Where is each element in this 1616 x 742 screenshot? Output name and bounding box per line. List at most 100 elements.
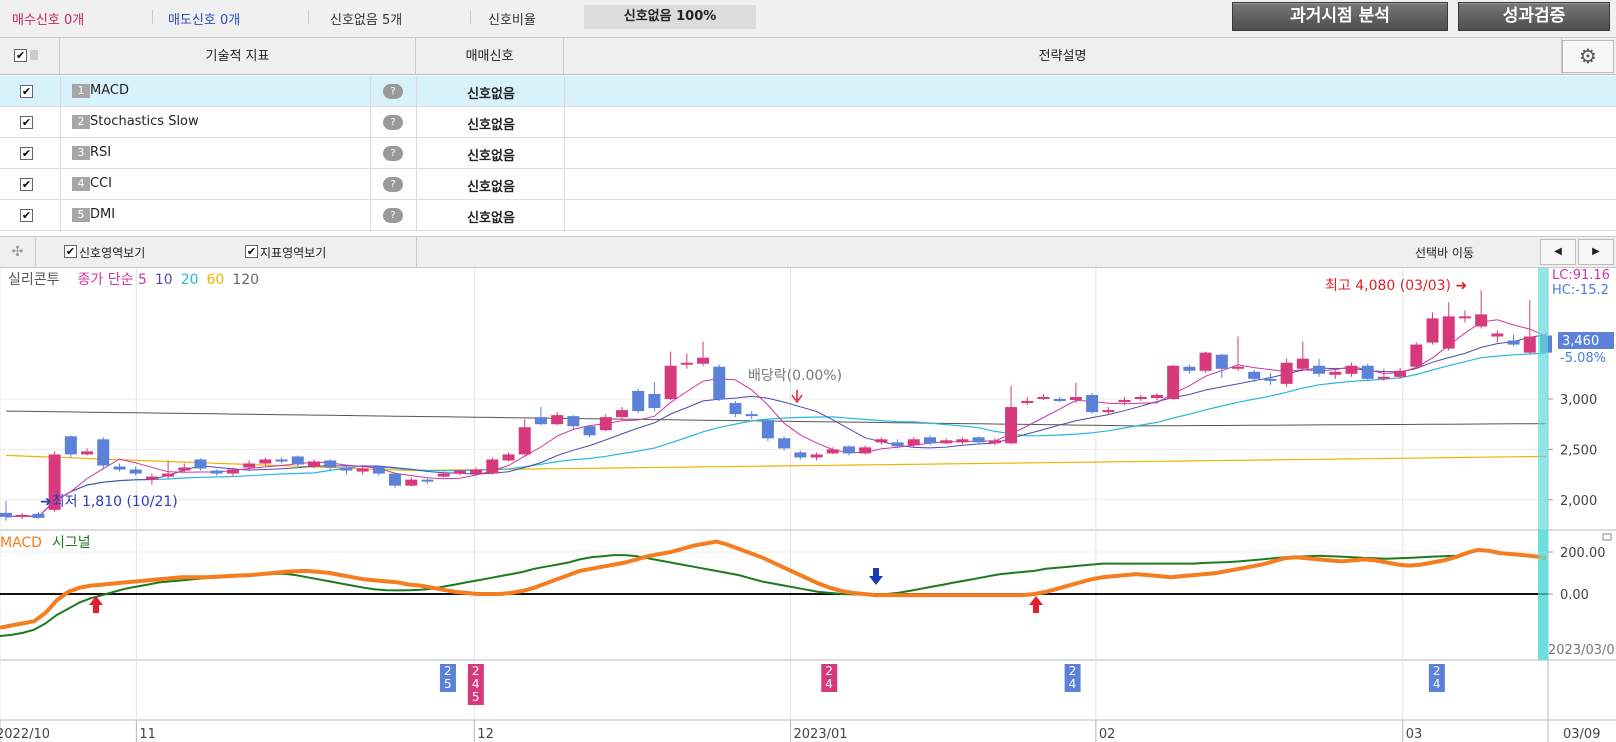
candle-body[interactable] <box>551 415 564 425</box>
row-checkbox[interactable]: ✔ <box>20 116 33 129</box>
select-all-checkbox[interactable]: ✔ <box>14 49 27 62</box>
candle-body[interactable] <box>16 514 29 517</box>
candle-body[interactable] <box>1280 362 1293 384</box>
indicator-row[interactable]: ✔ 3 RSI? 신호없음 <box>0 138 1616 169</box>
dropdown-icon[interactable] <box>30 50 38 60</box>
candle-body[interactable] <box>1345 365 1358 374</box>
performance-verify-button[interactable]: 성과검증 <box>1458 2 1610 31</box>
candle-body[interactable] <box>713 366 726 399</box>
candle-body[interactable] <box>437 473 450 477</box>
candle-body[interactable] <box>129 469 142 474</box>
candle-body[interactable] <box>567 416 580 427</box>
candle-body[interactable] <box>453 470 466 474</box>
candle-body[interactable] <box>1053 399 1066 401</box>
row-checkbox[interactable]: ✔ <box>20 85 33 98</box>
candle-body[interactable] <box>1377 376 1390 379</box>
candle-body[interactable] <box>1426 318 1439 343</box>
stock-chart[interactable]: 3,000 2,500 2,000 실리콘투 종가 단순 5 10 20 60 120 최고 4,… <box>0 268 1616 742</box>
signal-area-checkbox[interactable]: ✔ <box>64 245 77 258</box>
candle-body[interactable] <box>891 442 904 447</box>
indicator-row[interactable]: ✔ 1 MACD? 신호없음 <box>0 76 1616 107</box>
candle-body[interactable] <box>32 513 45 518</box>
candle-body[interactable] <box>972 437 985 443</box>
candle-body[interactable] <box>794 452 807 458</box>
candle-body[interactable] <box>1248 371 1261 379</box>
candle-body[interactable] <box>1102 410 1115 413</box>
candle-body[interactable] <box>745 414 758 417</box>
candle-body[interactable] <box>842 446 855 454</box>
move-right-button[interactable]: ▶ <box>1578 239 1614 265</box>
candle-body[interactable] <box>81 451 94 455</box>
layout-toggle-icon[interactable]: ✣ <box>0 237 36 267</box>
candle-body[interactable] <box>1232 366 1244 369</box>
help-icon[interactable]: ? <box>383 115 403 130</box>
candle-body[interactable] <box>486 459 499 474</box>
candle-body[interactable] <box>1313 365 1326 374</box>
candle-body[interactable] <box>632 390 645 412</box>
indicator-row[interactable]: ✔ 4 CCI? 신호없음 <box>0 169 1616 200</box>
candle-body[interactable] <box>1215 354 1228 369</box>
candle-body[interactable] <box>648 393 661 409</box>
candle-body[interactable] <box>778 438 791 449</box>
candle-body[interactable] <box>518 427 531 455</box>
candle-body[interactable] <box>907 439 920 446</box>
candle-body[interactable] <box>875 439 888 443</box>
candle-body[interactable] <box>97 439 110 466</box>
candle-body[interactable] <box>924 437 936 444</box>
candle-body[interactable] <box>664 365 677 399</box>
candle-body[interactable] <box>1458 316 1471 319</box>
help-icon[interactable]: ? <box>383 177 403 192</box>
candle-body[interactable] <box>1264 378 1277 381</box>
row-checkbox[interactable]: ✔ <box>20 178 33 191</box>
candle-body[interactable] <box>470 469 483 474</box>
candle-body[interactable] <box>729 403 742 415</box>
candle-body[interactable] <box>405 479 418 486</box>
row-checkbox[interactable]: ✔ <box>20 209 33 222</box>
candle-body[interactable] <box>826 449 839 454</box>
pane-maximize-icon[interactable] <box>1602 533 1612 541</box>
candle-body[interactable] <box>308 461 320 467</box>
candle-body[interactable] <box>372 466 385 474</box>
candle-body[interactable] <box>1167 365 1180 399</box>
candle-body[interactable] <box>534 417 547 425</box>
candle-body[interactable] <box>210 470 223 474</box>
candle-body[interactable] <box>178 467 191 471</box>
candle-body[interactable] <box>421 479 434 482</box>
indicator-area-checkbox[interactable]: ✔ <box>245 245 258 258</box>
candle-body[interactable] <box>761 420 774 439</box>
candle-body[interactable] <box>680 362 693 365</box>
candle-body[interactable] <box>291 456 304 465</box>
candle-body[interactable] <box>1475 314 1488 327</box>
move-left-button[interactable]: ◀ <box>1540 239 1576 265</box>
candle-body[interactable] <box>1442 316 1455 349</box>
candle-body[interactable] <box>1183 366 1196 371</box>
candle-body[interactable] <box>226 469 239 474</box>
candle-body[interactable] <box>1199 352 1212 371</box>
candle-body[interactable] <box>616 410 628 418</box>
candle-body[interactable] <box>64 436 77 455</box>
candle-body[interactable] <box>113 466 126 470</box>
candle-body[interactable] <box>988 440 1001 444</box>
candle-body[interactable] <box>259 459 272 464</box>
candle-body[interactable] <box>275 459 288 462</box>
candle-body[interactable] <box>1086 394 1099 413</box>
candle-body[interactable] <box>243 463 256 468</box>
row-checkbox[interactable]: ✔ <box>20 147 33 160</box>
indicator-row[interactable]: ✔ 2 Stochastics Slow? 신호없음 <box>0 107 1616 138</box>
candle-body[interactable] <box>389 473 402 486</box>
candle-body[interactable] <box>162 473 175 477</box>
candle-body[interactable] <box>1523 336 1536 353</box>
help-icon[interactable]: ? <box>383 84 403 99</box>
candle-body[interactable] <box>583 426 596 436</box>
candle-body[interactable] <box>1491 333 1504 337</box>
candle-body[interactable] <box>324 460 337 468</box>
candle-body[interactable] <box>599 417 612 431</box>
past-analysis-button[interactable]: 과거시점 분석 <box>1232 2 1448 31</box>
candle-body[interactable] <box>940 440 953 444</box>
candle-body[interactable] <box>859 447 872 454</box>
candle-body[interactable] <box>1037 396 1050 399</box>
indicator-row[interactable]: ✔ 5 DMI? 신호없음 <box>0 200 1616 231</box>
candle-body[interactable] <box>1329 371 1342 375</box>
candle-body[interactable] <box>1296 358 1309 369</box>
candle-body[interactable] <box>956 439 969 443</box>
